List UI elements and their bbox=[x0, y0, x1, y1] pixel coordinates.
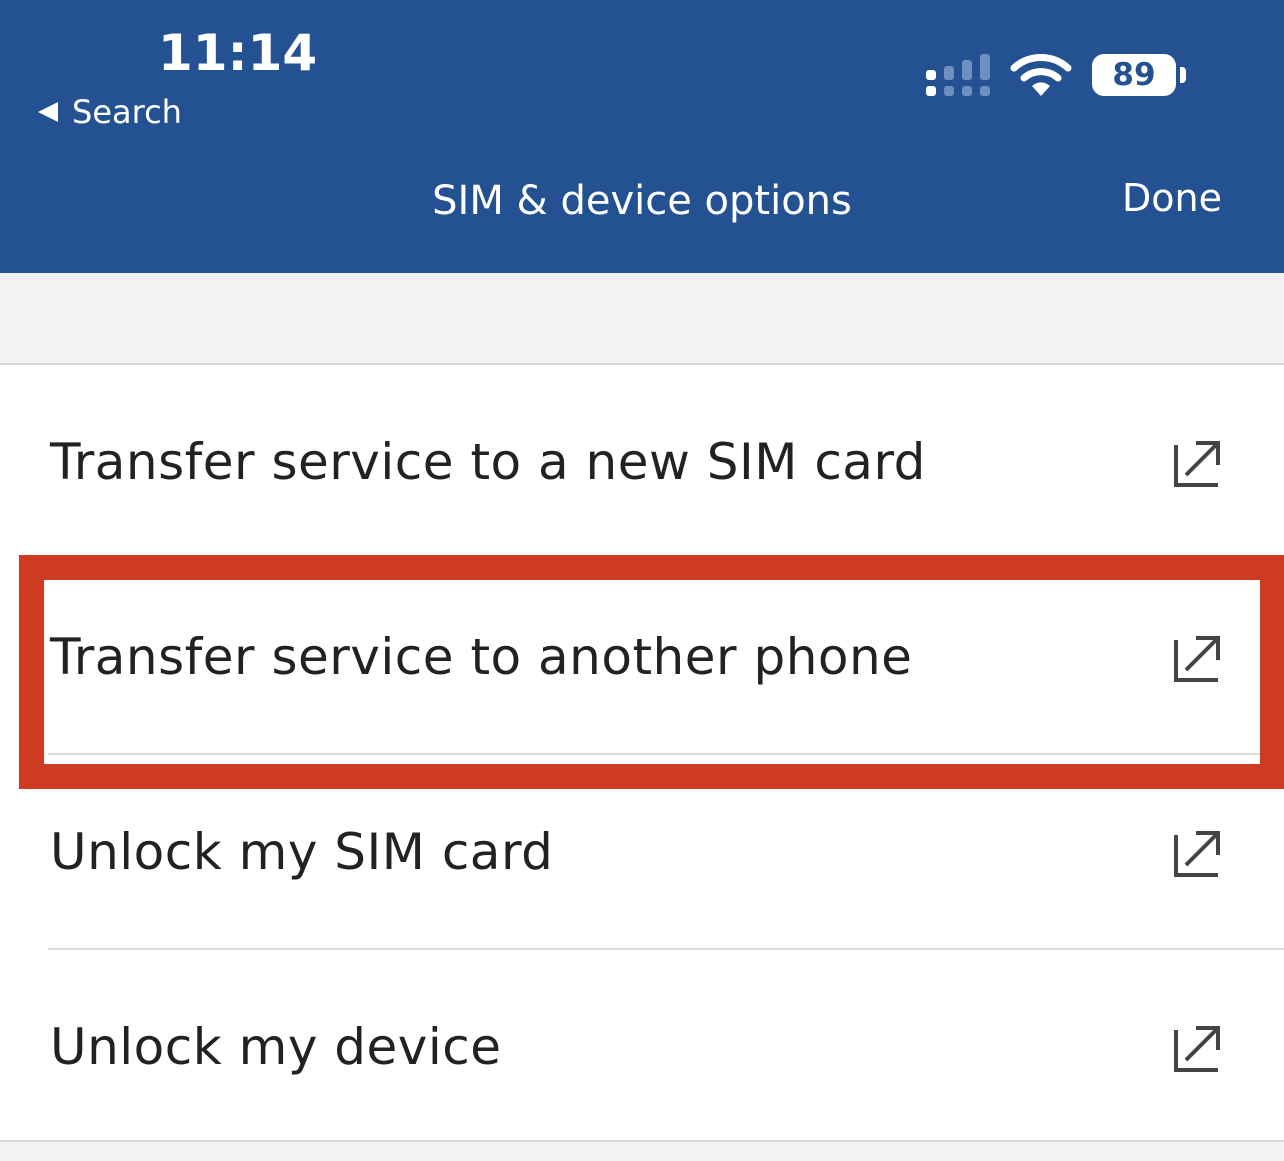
external-link-icon bbox=[1174, 831, 1220, 877]
list-item-label: Transfer service to a new SIM card bbox=[50, 432, 926, 491]
signal-icon bbox=[926, 54, 990, 96]
battery-level: 89 bbox=[1092, 54, 1176, 96]
status-time: 11:14 bbox=[158, 24, 318, 82]
list-item-label: Unlock my SIM card bbox=[50, 822, 554, 881]
options-list: Transfer service to a new SIM card Trans… bbox=[0, 365, 1284, 1145]
back-to-search-link[interactable]: Search bbox=[38, 92, 182, 132]
external-link-icon bbox=[1174, 636, 1220, 682]
app-header: 11:14 Search 89 SIM & device options Don… bbox=[0, 0, 1284, 273]
list-item-label: Unlock my device bbox=[50, 1017, 502, 1076]
list-item-unlock-device[interactable]: Unlock my device bbox=[0, 950, 1284, 1145]
bottom-spacer bbox=[0, 1140, 1284, 1161]
back-label: Search bbox=[72, 93, 182, 131]
page-title: SIM & device options bbox=[432, 178, 852, 224]
list-item-transfer-another-phone[interactable]: Transfer service to another phone bbox=[0, 560, 1284, 755]
list-item-label: Transfer service to another phone bbox=[50, 627, 913, 686]
battery-cap bbox=[1180, 67, 1186, 83]
external-link-icon bbox=[1174, 1026, 1220, 1072]
done-button[interactable]: Done bbox=[1122, 176, 1222, 220]
list-item-transfer-new-sim[interactable]: Transfer service to a new SIM card bbox=[0, 365, 1284, 560]
list-item-unlock-sim[interactable]: Unlock my SIM card bbox=[0, 755, 1284, 950]
battery-icon: 89 bbox=[1092, 52, 1188, 98]
external-link-icon bbox=[1174, 441, 1220, 487]
section-spacer bbox=[0, 273, 1284, 365]
back-arrow-icon bbox=[38, 102, 58, 122]
wifi-icon bbox=[1010, 54, 1072, 96]
